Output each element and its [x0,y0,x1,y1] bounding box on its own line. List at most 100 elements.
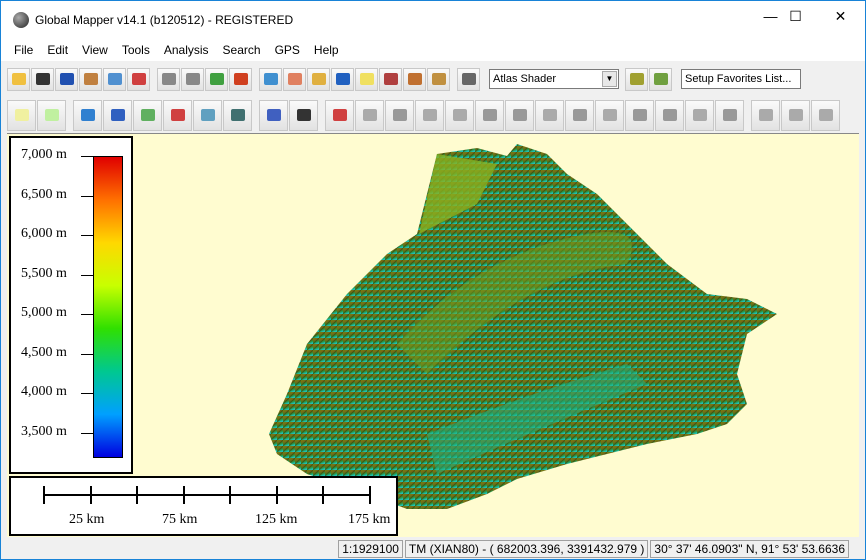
redo-arrow-button[interactable] [811,99,840,131]
menu-tools[interactable]: Tools [115,43,157,57]
scale-tick [89,486,92,504]
create-cogo-button[interactable] [163,99,192,131]
undo-arrow-icon [758,109,773,121]
pan-hand-icon [287,73,302,85]
zoom-out-button[interactable] [181,67,204,91]
split-line-button[interactable] [415,99,444,131]
scale-label: 125 km [255,512,298,527]
zoom-tool-button[interactable] [259,67,282,91]
difference-button[interactable] [715,99,744,131]
legend-tick [81,314,93,315]
overlay-control-icon [107,73,122,85]
legend-label: 6,500 m [21,186,67,202]
map-layout-button[interactable] [79,67,102,91]
status-bar: 1:1929100 TM (XIAN80) - ( 682003.396, 33… [1,538,865,560]
zoom-in-button[interactable] [157,67,180,91]
menu-bar: File Edit View Tools Analysis Search GPS Help [1,39,865,61]
main-toolbar: Atlas Shader ▼ Setup Favorites List... [7,63,861,95]
rotate-button[interactable] [595,99,624,131]
globe-button[interactable] [55,67,78,91]
undo-arrow-button[interactable] [751,99,780,131]
intersect-button[interactable] [685,99,714,131]
simplify-button[interactable] [355,99,384,131]
create-grid-button[interactable] [223,99,252,131]
shader-settings-button[interactable] [625,67,648,91]
edit-vertices-icon [332,109,347,121]
legend-label: 7,000 m [21,147,67,162]
legend-label: 5,500 m [21,265,67,281]
move-features-button[interactable] [565,99,594,131]
favorites-list[interactable]: Setup Favorites List... [681,69,801,89]
create-area-icon [14,109,29,121]
configure-tools-icon [131,73,146,85]
cut-area-button[interactable] [475,99,504,131]
pan-hand-button[interactable] [283,67,306,91]
create-rectangle-button[interactable] [37,99,66,131]
scale-tick [275,486,278,504]
chevron-down-icon[interactable]: ▼ [602,71,617,87]
open-folder-button[interactable] [7,67,30,91]
menu-view[interactable]: View [75,43,115,57]
shader-select[interactable]: Atlas Shader ▼ [489,69,619,89]
maximize-button[interactable]: ☐ [773,1,818,31]
menu-help[interactable]: Help [307,43,346,57]
edit-vertices-button[interactable] [325,99,354,131]
create-box-button[interactable] [133,99,162,131]
scale-tick [368,486,371,504]
measure-button[interactable] [307,67,330,91]
digitizer-button[interactable] [403,67,426,91]
app-globe-icon [13,12,29,28]
menu-analysis[interactable]: Analysis [157,43,216,57]
path-profile-button[interactable] [355,67,378,91]
overlay-control-button[interactable] [103,67,126,91]
scale-tick [322,486,324,504]
combine-areas-icon [392,109,407,121]
menu-file[interactable]: File [7,43,40,57]
create-line-button[interactable] [73,99,102,131]
split-line-icon [422,109,437,121]
3d-view-icon [461,73,476,85]
save-button[interactable] [31,67,54,91]
create-area-button[interactable] [7,99,36,131]
menu-search[interactable]: Search [216,43,268,57]
combine-areas-button[interactable] [385,99,414,131]
join-lines-button[interactable] [445,99,474,131]
shader-settings-icon [629,73,644,85]
legend-label: 3,500 m [21,423,67,439]
create-circle-button[interactable] [193,99,222,131]
cut-area-icon [482,109,497,121]
insert-vertex-button[interactable] [289,99,318,131]
dropdown-arrow-button[interactable] [427,67,450,91]
3d-view-toggle-button[interactable] [649,67,672,91]
elevation-color-ramp [93,156,123,458]
zoom-out-icon [185,73,200,85]
intersect-icon [692,109,707,121]
crop-button[interactable] [535,99,564,131]
union-button[interactable] [655,99,684,131]
map-layout-icon [83,73,98,85]
buffer-button[interactable] [505,99,534,131]
legend-tick [81,235,93,236]
zoom-to-layer-button[interactable] [205,67,228,91]
close-button[interactable]: ✕ [818,1,863,31]
menu-gps[interactable]: GPS [268,43,307,57]
elevation-legend: 7,000 m 6,500 m 6,000 m 5,500 m 5,000 m 4,500… [9,136,133,474]
map-view[interactable]: 7,000 m 6,500 m 6,000 m 5,500 m 5,000 m 4,500… [7,133,859,537]
create-curve-button[interactable] [103,99,132,131]
view-shed-button[interactable] [379,67,402,91]
create-box-icon [140,109,155,121]
configure-tools-button[interactable] [127,67,150,91]
zoom-tool-icon [263,73,278,85]
feature-info-button[interactable] [331,67,354,91]
difference-icon [722,109,737,121]
status-projection-coords: TM (XIAN80) - ( 682003.396, 3391432.979 … [404,540,649,558]
3d-view-button[interactable] [457,67,480,91]
home-button[interactable] [229,67,252,91]
scale-features-icon [632,109,647,121]
up-arrow-button[interactable] [781,99,810,131]
menu-edit[interactable]: Edit [40,43,75,57]
dropdown-arrow-icon [431,73,446,85]
scale-features-button[interactable] [625,99,654,131]
app-window: Global Mapper v14.1 (b120512) - REGISTER… [0,0,866,560]
create-points-button[interactable] [259,99,288,131]
